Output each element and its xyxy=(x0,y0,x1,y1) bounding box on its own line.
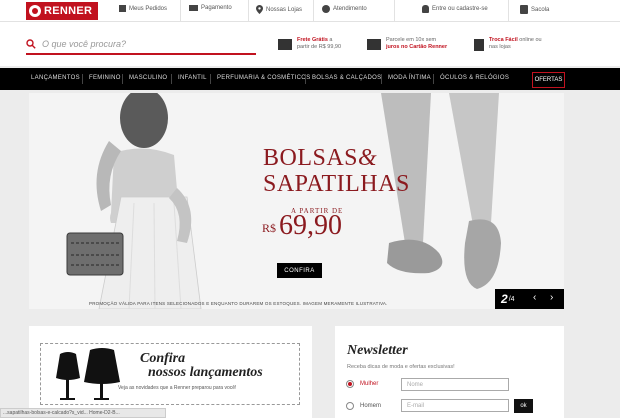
truck-icon xyxy=(278,39,292,50)
logo-text: RENNER xyxy=(44,5,93,17)
nav-item-infantil[interactable]: INFANTIL xyxy=(178,75,207,81)
nav-divider xyxy=(433,74,434,84)
login-label: Entre ou cadastre-se xyxy=(432,6,488,12)
stores-link[interactable]: Nossas Lojas xyxy=(256,5,302,14)
support-label: Atendimento xyxy=(333,6,367,12)
promo-text: Frete Grátis a partir de R$ 99,90 xyxy=(297,37,342,50)
hero-banner[interactable]: BOLSAS& SAPATILHAS A PARTIR DE R$ 69,90 … xyxy=(29,93,564,309)
divider xyxy=(508,0,509,22)
card-icon xyxy=(189,5,198,11)
login-link[interactable]: Entre ou cadastre-se xyxy=(422,5,488,13)
radio-male[interactable] xyxy=(346,402,354,410)
bag-icon xyxy=(474,39,484,51)
launches-title: Confira nossos lançamentos xyxy=(140,351,263,380)
nav-item-moda-intima[interactable]: MODA ÍNTIMA xyxy=(388,75,431,81)
search-box xyxy=(26,35,256,55)
user-icon xyxy=(422,5,429,13)
support-link[interactable]: Atendimento xyxy=(322,5,367,13)
orders-label: Meus Pedidos xyxy=(129,5,168,12)
nav-item-oculos[interactable]: ÓCULOS & RELÓGIOS xyxy=(440,75,509,81)
payment-link[interactable]: Pagamento xyxy=(189,5,232,11)
bag-label: Sacola xyxy=(531,6,550,13)
divider xyxy=(394,0,395,22)
card-icon xyxy=(367,39,381,50)
price-currency: R$ xyxy=(262,221,277,235)
female-label: Mulher xyxy=(360,381,379,387)
nav-item-ofertas[interactable]: OFERTAS xyxy=(532,72,565,88)
pin-icon xyxy=(256,5,263,14)
orders-icon xyxy=(119,5,126,12)
promo-free-shipping[interactable]: Frete Grátis a partir de R$ 99,90 xyxy=(278,37,341,51)
radio-female[interactable] xyxy=(346,380,354,388)
slide-current: 2 xyxy=(501,292,508,306)
browser-status-url: ...sapatilhas-bolsas-e-calcado?s_vid... … xyxy=(0,408,166,418)
next-slide-icon[interactable]: › xyxy=(550,292,553,303)
slide-counter: 2 /4 ‹ › xyxy=(495,289,564,309)
gender-option-male[interactable]: Homem xyxy=(346,402,381,410)
nav-divider xyxy=(305,74,306,84)
promo-easy-exchange[interactable]: Troca Fácil online ou nas lojas xyxy=(474,37,542,51)
promo-text: Troca Fácil online ou nas lojas xyxy=(489,37,542,50)
divider xyxy=(180,0,181,22)
name-field[interactable]: Nome xyxy=(401,378,509,391)
price-value: 69,90 xyxy=(279,210,342,241)
orders-link[interactable]: Meus Pedidos xyxy=(119,5,167,12)
newsletter-submit-button[interactable]: ok xyxy=(514,399,533,413)
nav-item-masculino[interactable]: MASCULINO xyxy=(129,75,167,81)
promo-installments[interactable]: Parcele em 10x sem juros no Cartão Renne… xyxy=(367,37,447,51)
logo-mark-icon xyxy=(29,5,41,17)
payment-label: Pagamento xyxy=(201,5,232,11)
newsletter-title: Newsletter xyxy=(347,343,408,358)
mannequin-icon xyxy=(56,348,120,400)
email-field[interactable]: E-mail xyxy=(401,399,509,412)
search-input[interactable] xyxy=(42,39,242,49)
promo-disclaimer: PROMOÇÃO VÁLIDA PARA ITENS SELECIONADOS … xyxy=(89,301,388,306)
divider xyxy=(313,0,314,22)
chat-icon xyxy=(322,5,330,13)
bag-link[interactable]: Sacola xyxy=(520,5,549,14)
nav-divider xyxy=(171,74,172,84)
nav-item-feminino[interactable]: FEMININO xyxy=(89,75,121,81)
newsletter-subtitle: Receba dicas de moda e ofertas exclusiva… xyxy=(347,364,455,370)
promo-text: Parcele em 10x sem juros no Cartão Renne… xyxy=(386,37,448,50)
male-label: Homem xyxy=(360,403,382,409)
prev-slide-icon[interactable]: ‹ xyxy=(533,292,536,303)
nav-divider xyxy=(122,74,123,84)
nav-divider xyxy=(82,74,83,84)
confira-button[interactable]: CONFIRA xyxy=(277,263,322,278)
launches-subtitle: Veja as novidades que a Renner preparou … xyxy=(118,385,237,391)
bag-icon xyxy=(520,5,528,14)
hero-title: BOLSAS& SAPATILHAS xyxy=(263,145,410,197)
nav-divider xyxy=(210,74,211,84)
nav-item-lancamentos[interactable]: LANÇAMENTOS xyxy=(31,75,80,81)
nav-item-bolsas[interactable]: BOLSAS & CALÇADOS xyxy=(312,75,381,81)
nav-item-perfumaria[interactable]: PERFUMARIA & COSMÉTICOS xyxy=(217,75,311,81)
gender-option-female[interactable]: Mulher xyxy=(346,380,378,388)
divider xyxy=(248,0,249,22)
search-icon[interactable] xyxy=(26,39,36,49)
nav-divider xyxy=(381,74,382,84)
slide-total: /4 xyxy=(508,295,515,303)
stores-label: Nossas Lojas xyxy=(266,6,303,13)
renner-logo[interactable]: RENNER xyxy=(26,2,98,20)
